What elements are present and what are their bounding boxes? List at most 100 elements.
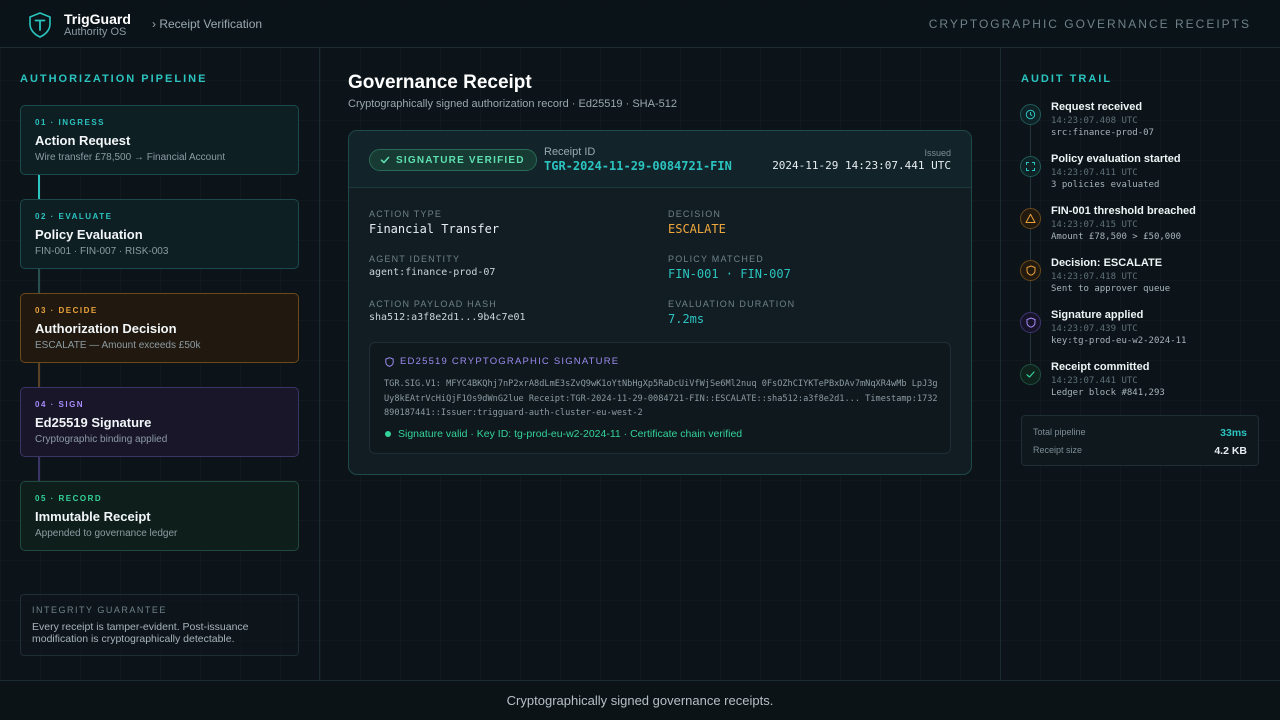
pipeline-step-decide[interactable]: 03 · DECIDE Authorization Decision ESCAL…: [20, 293, 299, 363]
audit-item-detail: Sent to approver queue: [1051, 284, 1171, 294]
page-title: Governance Receipt: [348, 72, 532, 93]
audit-item[interactable]: Policy evaluation started 14:23:07.411 U…: [1020, 153, 1260, 201]
verified-label: SIGNATURE VERIFIED: [396, 154, 525, 166]
step-description: ESCALATE — Amount exceeds £50k: [35, 340, 201, 351]
brand-name: TrigGuard: [64, 11, 131, 27]
audit-item[interactable]: Signature applied 14:23:07.439 UTC key:t…: [1020, 309, 1260, 357]
audit-item-title: Receipt committed: [1051, 361, 1150, 373]
footer: Cryptographically signed governance rece…: [0, 680, 1280, 720]
audit-item-detail: 3 policies evaluated: [1051, 180, 1160, 190]
brand-subtitle: Authority OS: [64, 26, 127, 38]
signature-text[interactable]: TGR.SIG.V1: MFYC4BKQhj7nP2xrA8dLmE3sZvQ9…: [384, 377, 940, 421]
shield-t-icon: [29, 12, 51, 38]
integrity-text: Every receipt is tamper-evident. Post-is…: [32, 621, 249, 645]
pipeline-connector: [38, 269, 40, 293]
signature-title-text: ED25519 CRYPTOGRAPHIC SIGNATURE: [400, 356, 620, 367]
audit-item-title: Signature applied: [1051, 309, 1144, 321]
page-subtitle: Cryptographically signed authorization r…: [348, 98, 677, 110]
decision-value: ESCALATE: [668, 222, 726, 236]
step-description: FIN-001 · FIN-007 · RISK-003: [35, 246, 169, 257]
evaluation-duration-label: EVALUATION DURATION: [668, 299, 796, 309]
step-number: 04 · SIGN: [35, 400, 85, 409]
shield-icon: [1020, 312, 1041, 333]
step-description: Appended to governance ledger: [35, 528, 178, 539]
integrity-guarantee: INTEGRITY GUARANTEE Every receipt is tam…: [20, 594, 299, 656]
audit-title: AUDIT TRAIL: [1021, 73, 1113, 85]
pipeline-step-record[interactable]: 05 · RECORD Immutable Receipt Appended t…: [20, 481, 299, 551]
signature-title: ED25519 CRYPTOGRAPHIC SIGNATURE: [385, 356, 619, 367]
step-number: 01 · INGRESS: [35, 118, 106, 127]
step-title: Authorization Decision: [35, 321, 177, 336]
issued-timestamp: 2024-11-29 14:23:07.441 UTC: [772, 159, 951, 172]
stat-value: 33ms: [1220, 427, 1247, 439]
audit-item-time: 14:23:07.439 UTC: [1051, 324, 1138, 334]
audit-item-title: FIN-001 threshold breached: [1051, 205, 1196, 217]
stat-label: Receipt size: [1033, 445, 1083, 455]
step-title: Action Request: [35, 133, 131, 148]
audit-item-title: Request received: [1051, 101, 1143, 113]
audit-item-detail: Ledger block #841,293: [1051, 388, 1165, 398]
audit-item[interactable]: Decision: ESCALATE 14:23:07.418 UTC Sent…: [1020, 257, 1260, 305]
audit-item[interactable]: Receipt committed 14:23:07.441 UTC Ledge…: [1020, 361, 1260, 409]
step-description: Cryptographic binding applied: [35, 434, 168, 445]
breadcrumb[interactable]: › Receipt Verification: [152, 17, 262, 31]
receipt-card: SIGNATURE VERIFIED Receipt ID TGR-2024-1…: [348, 130, 972, 475]
step-title: Immutable Receipt: [35, 509, 151, 524]
pipeline-connector: [38, 457, 40, 481]
agent-identity-value: agent:finance-prod-07: [369, 267, 496, 278]
check-icon: [380, 156, 390, 164]
receipt-id[interactable]: TGR-2024-11-29-0084721-FIN: [544, 159, 732, 173]
audit-item-time: 14:23:07.408 UTC: [1051, 116, 1138, 126]
audit-item[interactable]: FIN-001 threshold breached 14:23:07.415 …: [1020, 205, 1260, 253]
decision-label: DECISION: [668, 209, 722, 219]
pipeline-title: AUTHORIZATION PIPELINE: [20, 73, 208, 85]
receipt-id-label: Receipt ID: [544, 146, 596, 158]
signature-verified-badge: SIGNATURE VERIFIED: [369, 149, 537, 171]
check-icon: [1020, 364, 1041, 385]
stat-value: 4.2 KB: [1214, 445, 1247, 457]
step-title: Policy Evaluation: [35, 227, 143, 242]
shield-icon: [1020, 260, 1041, 281]
integrity-title: INTEGRITY GUARANTEE: [32, 605, 167, 615]
step-description: Wire transfer £78,500 → Financial Accoun…: [35, 152, 226, 163]
signature-status-text: Signature valid · Key ID: tg-prod-eu-w2-…: [398, 428, 743, 440]
payload-hash-label: ACTION PAYLOAD HASH: [369, 299, 497, 309]
audit-item-detail: Amount £78,500 > £50,000: [1051, 232, 1182, 242]
scan-icon: [1020, 156, 1041, 177]
audit-item-time: 14:23:07.441 UTC: [1051, 376, 1138, 386]
action-type-label: ACTION TYPE: [369, 209, 443, 219]
audit-item-time: 14:23:07.415 UTC: [1051, 220, 1138, 230]
policy-matched-label: POLICY MATCHED: [668, 254, 764, 264]
pipeline-connector: [38, 175, 40, 199]
app-header: TrigGuard Authority OS › Receipt Verific…: [0, 0, 1280, 48]
audit-item-detail: key:tg-prod-eu-w2-2024-11: [1051, 336, 1187, 346]
audit-item[interactable]: Request received 14:23:07.408 UTC src:fi…: [1020, 101, 1260, 149]
warning-icon: [1020, 208, 1041, 229]
evaluation-duration-value: 7.2ms: [668, 312, 705, 326]
pipeline-step-evaluate[interactable]: 02 · EVALUATE Policy Evaluation FIN-001 …: [20, 199, 299, 269]
issued-label: Issued: [924, 148, 951, 158]
receipt-card-header: SIGNATURE VERIFIED Receipt ID TGR-2024-1…: [349, 131, 971, 188]
pipeline-stats: Total pipeline 33ms Receipt size 4.2 KB: [1021, 415, 1259, 466]
step-number: 03 · DECIDE: [35, 306, 98, 315]
agent-identity-label: AGENT IDENTITY: [369, 254, 461, 264]
audit-item-title: Policy evaluation started: [1051, 153, 1181, 165]
policy-matched-value[interactable]: FIN-001 · FIN-007: [668, 267, 791, 281]
footer-text: Cryptographically signed governance rece…: [506, 693, 774, 708]
pipeline-step-ingress[interactable]: 01 · INGRESS Action Request Wire transfe…: [20, 105, 299, 175]
action-type-value: Financial Transfer: [369, 222, 500, 236]
header-tagline: CRYPTOGRAPHIC GOVERNANCE RECEIPTS: [928, 17, 1251, 31]
audit-item-detail: src:finance-prod-07: [1051, 128, 1154, 138]
stat-label: Total pipeline: [1033, 427, 1086, 437]
payload-hash-value[interactable]: sha512:a3f8e2d1...9b4c7e01: [369, 312, 526, 323]
step-number: 05 · RECORD: [35, 494, 103, 503]
status-dot: [385, 431, 391, 437]
signature-box: ED25519 CRYPTOGRAPHIC SIGNATURE TGR.SIG.…: [369, 342, 951, 454]
step-number: 02 · EVALUATE: [35, 212, 113, 221]
signature-status: Signature valid · Key ID: tg-prod-eu-w2-…: [385, 428, 742, 440]
shield-icon: [385, 356, 394, 367]
clock-icon: [1020, 104, 1041, 125]
step-title: Ed25519 Signature: [35, 415, 152, 430]
pipeline-step-sign[interactable]: 04 · SIGN Ed25519 Signature Cryptographi…: [20, 387, 299, 457]
audit-item-time: 14:23:07.418 UTC: [1051, 272, 1138, 282]
